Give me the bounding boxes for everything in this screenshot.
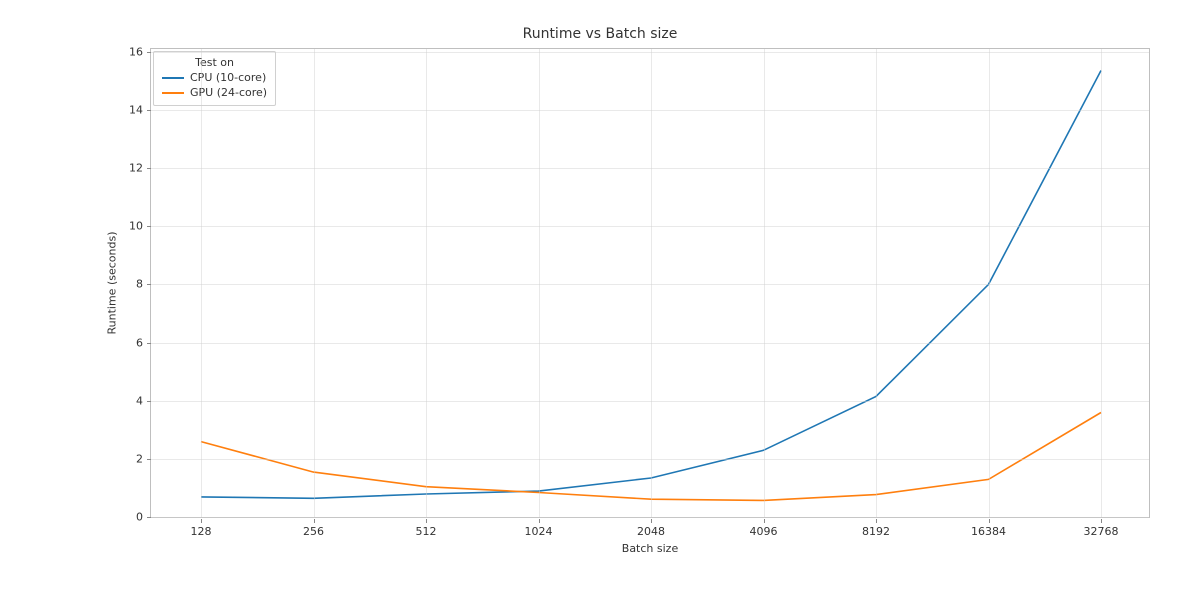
y-tick-label: 14 <box>129 103 151 116</box>
x-tick-label: 2048 <box>637 525 665 538</box>
legend-swatch <box>162 92 184 94</box>
y-tick-label: 0 <box>136 511 151 524</box>
y-tick-label: 8 <box>136 278 151 291</box>
grid-line-vertical <box>651 49 652 517</box>
x-tick-mark <box>876 519 877 523</box>
grid-line-horizontal <box>151 284 1149 285</box>
x-tick-label: 256 <box>303 525 324 538</box>
grid-line-vertical <box>426 49 427 517</box>
x-tick-mark <box>764 519 765 523</box>
grid-line-vertical <box>876 49 877 517</box>
grid-line-vertical <box>314 49 315 517</box>
grid-line-vertical <box>539 49 540 517</box>
y-tick-label: 4 <box>136 394 151 407</box>
x-tick-mark <box>651 519 652 523</box>
y-axis-label: Runtime (seconds) <box>106 232 119 335</box>
grid-line-horizontal <box>151 52 1149 53</box>
chart-title: Runtime vs Batch size <box>0 26 1200 42</box>
x-tick-mark <box>539 519 540 523</box>
x-tick-mark <box>201 519 202 523</box>
x-tick-mark <box>314 519 315 523</box>
x-tick-label: 4096 <box>750 525 778 538</box>
y-tick-label: 2 <box>136 453 151 466</box>
grid-line-horizontal <box>151 110 1149 111</box>
chart-legend: Test on CPU (10-core)GPU (24-core) <box>153 51 276 106</box>
x-tick-mark <box>1101 519 1102 523</box>
x-axis-label: Batch size <box>622 542 678 555</box>
x-tick-mark <box>426 519 427 523</box>
x-tick-label: 16384 <box>971 525 1006 538</box>
grid-line-vertical <box>989 49 990 517</box>
x-tick-label: 8192 <box>862 525 890 538</box>
grid-line-vertical <box>201 49 202 517</box>
x-tick-mark <box>989 519 990 523</box>
y-tick-label: 16 <box>129 45 151 58</box>
grid-line-vertical <box>1101 49 1102 517</box>
grid-line-horizontal <box>151 459 1149 460</box>
grid-line-horizontal <box>151 401 1149 402</box>
chart-figure: Runtime vs Batch size Test on CPU (10-co… <box>0 0 1200 600</box>
x-tick-label: 512 <box>416 525 437 538</box>
grid-line-horizontal <box>151 226 1149 227</box>
legend-item: CPU (10-core) <box>162 70 267 85</box>
y-tick-label: 6 <box>136 336 151 349</box>
x-tick-label: 32768 <box>1084 525 1119 538</box>
y-tick-label: 10 <box>129 220 151 233</box>
legend-item: GPU (24-core) <box>162 85 267 100</box>
legend-swatch <box>162 77 184 79</box>
legend-title: Test on <box>162 56 267 69</box>
y-tick-label: 12 <box>129 162 151 175</box>
x-tick-label: 1024 <box>525 525 553 538</box>
x-tick-label: 128 <box>191 525 212 538</box>
grid-line-vertical <box>764 49 765 517</box>
grid-line-horizontal <box>151 168 1149 169</box>
grid-line-horizontal <box>151 517 1149 518</box>
grid-line-horizontal <box>151 343 1149 344</box>
chart-axes: Test on CPU (10-core)GPU (24-core) 12825… <box>150 48 1150 518</box>
